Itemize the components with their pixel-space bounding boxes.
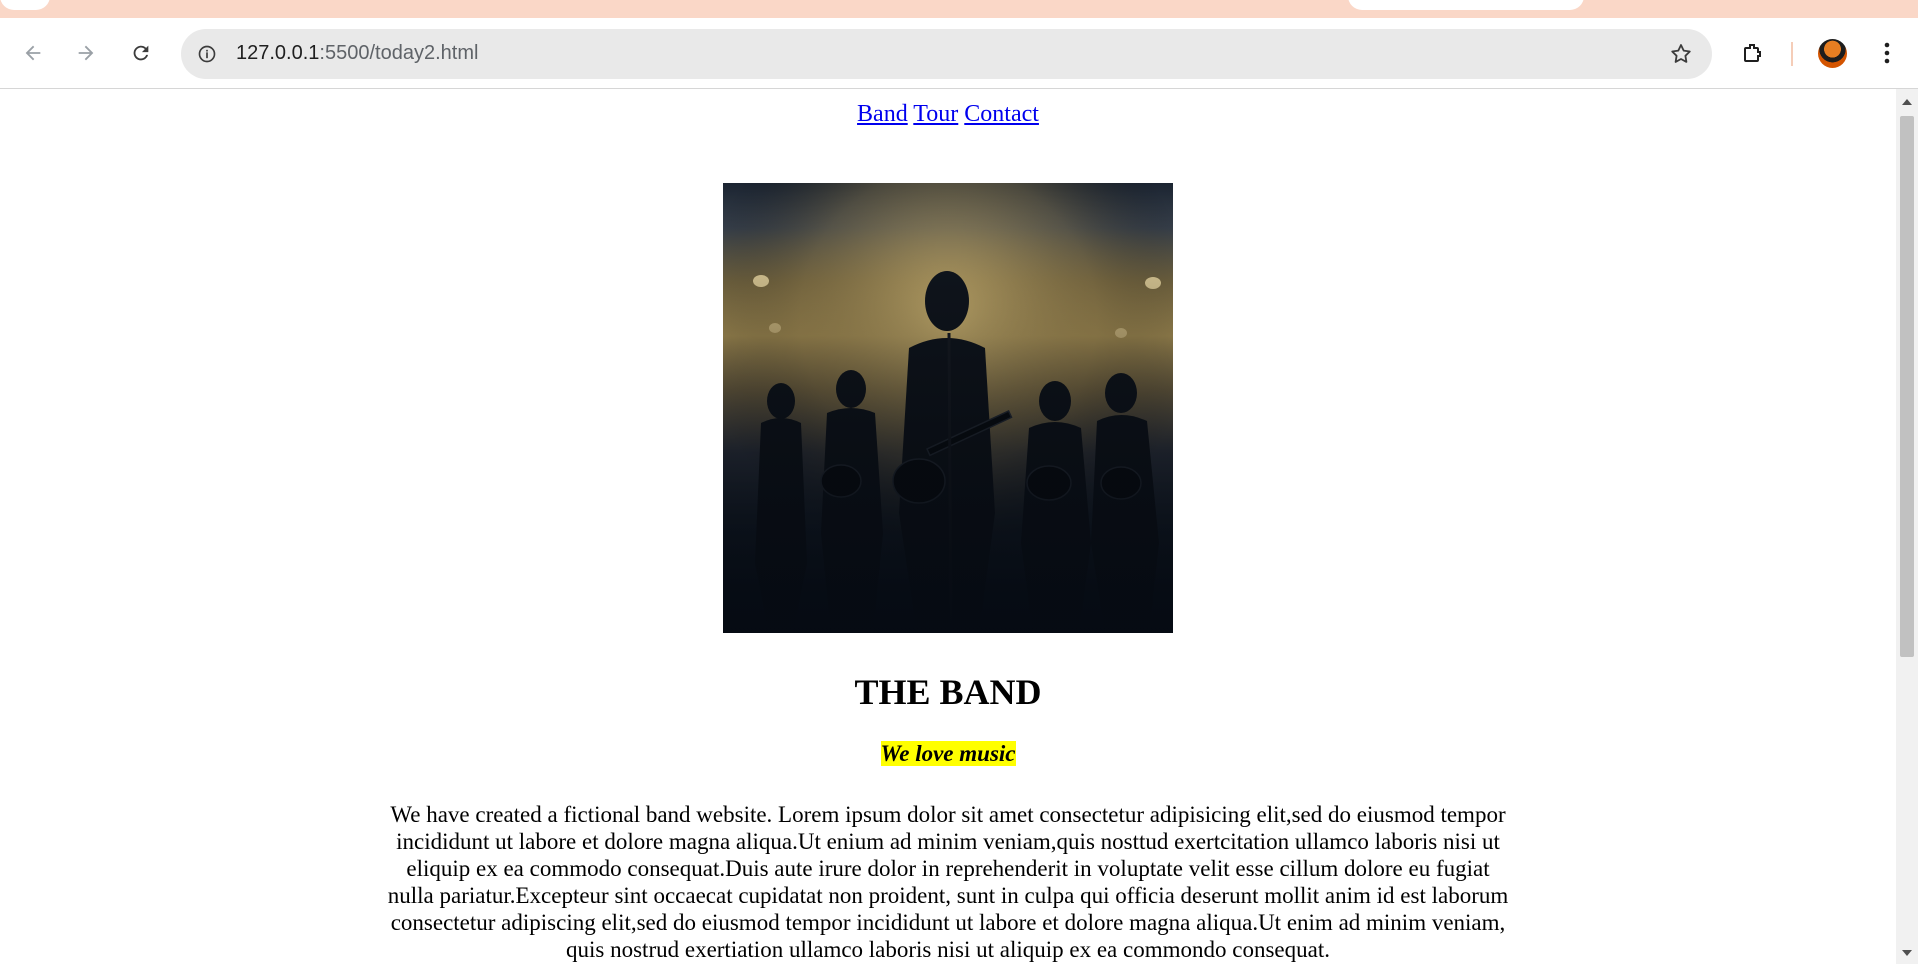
tab-strip-text [70,0,1270,6]
extensions-icon[interactable] [1736,36,1770,70]
scroll-up-icon[interactable] [1902,99,1912,105]
profile-avatar[interactable] [1818,39,1847,68]
page-viewport: Band Tour Contact THE BAND We love music… [0,89,1896,964]
nav-link-contact[interactable]: Contact [964,101,1039,127]
nav-link-tour[interactable]: Tour [913,101,958,127]
reload-icon[interactable] [124,36,158,70]
scrollbar-thumb[interactable] [1900,116,1914,657]
tab-strip [0,0,1918,18]
about-paragraph: We have created a fictional band website… [387,802,1509,962]
address-bar[interactable]: 127.0.0.1:5500/today2.html [181,29,1712,79]
browser-toolbar: 127.0.0.1:5500/today2.html [0,18,1918,89]
nav-link-band[interactable]: Band [857,101,908,127]
forward-icon[interactable] [69,36,103,70]
top-nav: Band Tour Contact [0,101,1896,128]
url-host: 127.0.0.1 [236,42,320,64]
scroll-down-icon[interactable] [1902,950,1912,956]
url-text[interactable]: 127.0.0.1:5500/today2.html [236,42,478,65]
back-icon[interactable] [16,36,50,70]
toolbar-separator [1791,42,1793,66]
menu-icon[interactable] [1870,36,1904,70]
tagline: We love music [0,741,1896,767]
url-path: :5500/today2.html [319,42,479,64]
site-info-icon[interactable] [195,42,219,66]
tab-pill-left[interactable] [0,0,50,10]
vertical-scrollbar[interactable] [1896,89,1918,964]
tagline-text: We love music [880,741,1016,766]
active-tab[interactable] [1348,0,1584,10]
band-title: THE BAND [854,672,1042,712]
band-photo [723,183,1173,633]
bookmark-star-icon[interactable] [1668,41,1694,67]
